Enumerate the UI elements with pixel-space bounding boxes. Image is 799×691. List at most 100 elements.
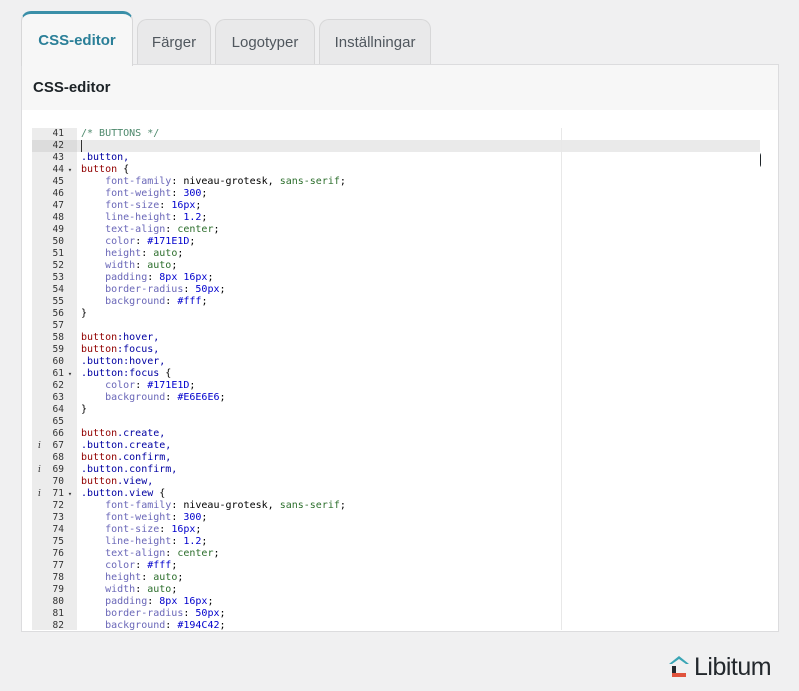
- tab-logos[interactable]: Logotyper: [215, 19, 315, 65]
- code-text: .button.confirm,: [81, 464, 177, 476]
- code-token: :: [165, 224, 178, 235]
- line-number: 56: [52, 308, 64, 319]
- line-number: 81: [52, 608, 64, 619]
- code-token: button: [81, 452, 118, 463]
- code-line[interactable]: 53 padding: 8px 16px;: [32, 272, 761, 284]
- code-token: auto: [153, 572, 178, 583]
- code-line[interactable]: 65: [32, 416, 761, 428]
- code-token: width: [81, 260, 136, 271]
- line-number: 79: [52, 584, 64, 595]
- code-line[interactable]: 74 font-size: 16px;: [32, 524, 761, 536]
- code-token: button: [81, 164, 118, 175]
- code-line[interactable]: 66 button.create,: [32, 428, 761, 440]
- code-token: ;: [207, 596, 214, 607]
- code-text: background: #fff;: [81, 296, 207, 308]
- code-line[interactable]: 82 background: #194C42;: [32, 620, 761, 630]
- code-line[interactable]: 42: [32, 140, 761, 152]
- code-line[interactable]: 63 background: #E6E6E6;: [32, 392, 761, 404]
- code-token: background: [81, 392, 166, 403]
- code-line[interactable]: 81 border-radius: 50px;: [32, 608, 761, 620]
- code-line[interactable]: 47 font-size: 16px;: [32, 200, 761, 212]
- code-token: text-align: [81, 224, 166, 235]
- code-text: color: #fff;: [81, 560, 177, 572]
- code-line[interactable]: 56}: [32, 308, 761, 320]
- code-token: :: [135, 260, 148, 271]
- code-line[interactable]: 77 color: #fff;: [32, 560, 761, 572]
- code-token: .create,: [117, 428, 166, 439]
- code-line[interactable]: 72 font-family: niveau-grotesk, sans-ser…: [32, 500, 761, 512]
- code-line[interactable]: 44 ▾ button {: [32, 164, 761, 176]
- code-token: button: [81, 344, 118, 355]
- code-text: button.confirm,: [81, 452, 171, 464]
- code-line[interactable]: 49 text-align: center;: [32, 224, 761, 236]
- code-line[interactable]: 51 height: auto;: [32, 248, 761, 260]
- code-token: sans-serif: [279, 500, 340, 511]
- code-line[interactable]: 64}: [32, 404, 761, 416]
- code-line[interactable]: 58 button:hover,: [32, 332, 761, 344]
- code-token: :: [159, 524, 172, 535]
- code-token: ;: [201, 188, 208, 199]
- code-line[interactable]: 59 button:focus,: [32, 344, 761, 356]
- code-lines[interactable]: 41/* BUTTONS */42 43 .button, 44 ▾ button {45…: [32, 128, 761, 630]
- code-line[interactable]: 79 width: auto;: [32, 584, 761, 596]
- code-text: button.create,: [81, 428, 165, 440]
- line-number: 45: [52, 176, 64, 187]
- code-line[interactable]: 68 button.confirm,: [32, 452, 761, 464]
- code-token: ;: [201, 536, 208, 547]
- code-line[interactable]: i 67 .button.create,: [32, 440, 761, 452]
- vertical-scrollbar-thumb[interactable]: [760, 152, 761, 168]
- tab-colors[interactable]: Färger: [137, 19, 211, 65]
- code-token: ;: [339, 176, 346, 187]
- code-line[interactable]: 46 font-weight: 300;: [32, 188, 761, 200]
- code-token: {: [117, 164, 130, 175]
- code-token: border-radius: [81, 608, 184, 619]
- fold-toggle-icon[interactable]: ▾: [66, 164, 74, 176]
- code-token: 1.2: [183, 212, 202, 223]
- line-number: 59: [52, 344, 64, 355]
- code-line[interactable]: 41 /* BUTTONS */: [32, 128, 761, 140]
- code-token: 300: [183, 188, 202, 199]
- fold-toggle-icon[interactable]: ▾: [66, 368, 74, 380]
- code-line[interactable]: 50 color: #171E1D;: [32, 236, 761, 248]
- code-line[interactable]: 61 ▾ .button:focus {: [32, 368, 761, 380]
- code-line[interactable]: 57: [32, 320, 761, 332]
- code-line[interactable]: 75 line-height: 1.2;: [32, 536, 761, 548]
- code-line[interactable]: 45 font-family: niveau-grotesk, sans-ser…: [32, 176, 761, 188]
- code-line[interactable]: i 71 ▾ .button.view {: [32, 488, 761, 500]
- code-text: button {: [81, 164, 129, 176]
- tab-bar: CSS-editor Färger Logotyper Inställninga…: [21, 10, 431, 66]
- code-line[interactable]: 73 font-weight: 300;: [32, 512, 761, 524]
- code-token: 8px 16px: [159, 596, 208, 607]
- tab-css-editor[interactable]: CSS-editor: [21, 11, 133, 66]
- code-token: ;: [207, 272, 214, 283]
- code-token: :: [147, 596, 160, 607]
- code-token: ;: [219, 620, 226, 630]
- code-token: 1.2: [183, 536, 202, 547]
- code-line[interactable]: i 69 .button.confirm,: [32, 464, 761, 476]
- fold-toggle-icon[interactable]: ▾: [66, 488, 74, 500]
- code-line[interactable]: 78 height: auto;: [32, 572, 761, 584]
- code-token: ;: [195, 524, 202, 535]
- code-token: sans-serif: [279, 176, 340, 187]
- code-token: font-family: [81, 500, 172, 511]
- code-token: color: [81, 236, 136, 247]
- code-line[interactable]: 54 border-radius: 50px;: [32, 284, 761, 296]
- line-number: 82: [52, 620, 64, 630]
- code-line[interactable]: 70 button.view,: [32, 476, 761, 488]
- code-line[interactable]: 48 line-height: 1.2;: [32, 212, 761, 224]
- code-line[interactable]: 55 background: #fff;: [32, 296, 761, 308]
- code-token: {: [159, 368, 172, 379]
- code-line[interactable]: 52 width: auto;: [32, 260, 761, 272]
- code-line[interactable]: 80 padding: 8px 16px;: [32, 596, 761, 608]
- code-text: background: #194C42;: [81, 620, 226, 630]
- code-token: font-weight: [81, 512, 172, 523]
- tab-settings[interactable]: Inställningar: [319, 19, 431, 65]
- code-line[interactable]: 43 .button,: [32, 152, 761, 164]
- code-token: button: [81, 332, 118, 343]
- code-editor[interactable]: 41/* BUTTONS */42 43 .button, 44 ▾ button {45…: [32, 128, 761, 630]
- code-line[interactable]: 60 .button:hover,: [32, 356, 761, 368]
- code-line[interactable]: 76 text-align: center;: [32, 548, 761, 560]
- code-token: background: [81, 296, 166, 307]
- code-line[interactable]: 62 color: #171E1D;: [32, 380, 761, 392]
- code-token: #171E1D: [147, 380, 190, 391]
